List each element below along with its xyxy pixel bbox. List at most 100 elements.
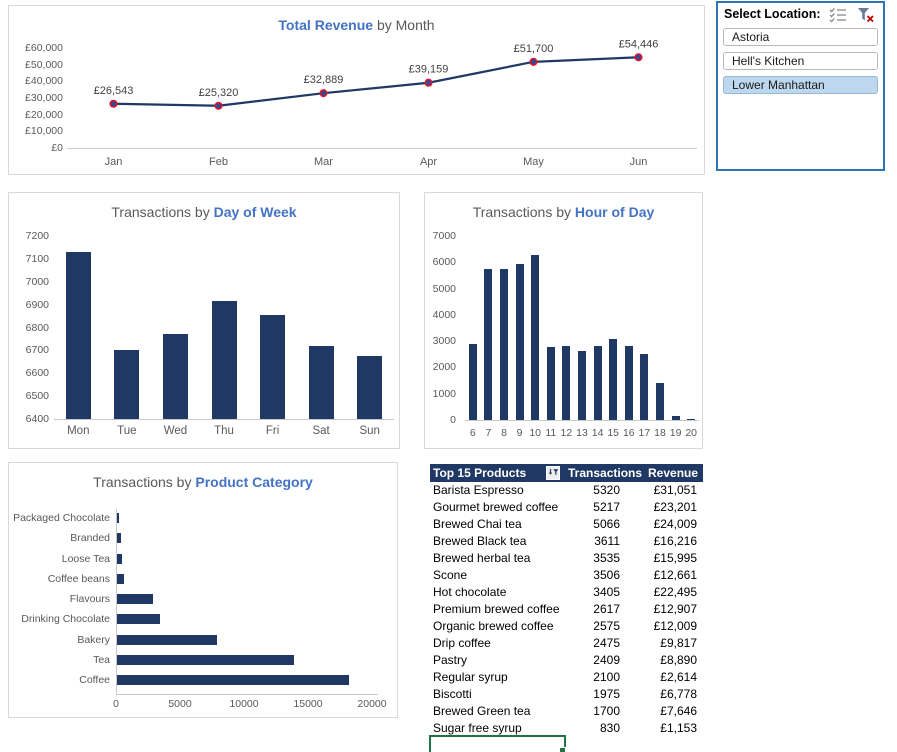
transactions-cell: 830	[564, 720, 620, 737]
bar-Thu	[212, 301, 237, 419]
table-row: Gourmet brewed coffee5217£23,201	[430, 499, 703, 516]
product-cell: Gourmet brewed coffee	[430, 499, 564, 516]
x-axis-tick: 12	[559, 427, 575, 439]
x-axis-tick: 7	[481, 427, 497, 439]
slicer-item[interactable]: Astoria	[723, 28, 878, 46]
svg-text:£32,889: £32,889	[304, 74, 344, 86]
y-axis-tick: 1000	[425, 388, 456, 400]
y-axis-tick: 6500	[9, 390, 49, 402]
multi-select-icon[interactable]	[829, 7, 847, 23]
clear-filter-icon[interactable]	[857, 7, 875, 23]
product-cell: Brewed herbal tea	[430, 550, 564, 567]
transactions-cell: 2575	[564, 618, 620, 635]
revenue-cell: £1,153	[620, 720, 700, 737]
slicer-item[interactable]: Hell's Kitchen	[723, 52, 878, 70]
x-axis-tick: 6	[465, 427, 481, 439]
x-axis-tick: 13	[574, 427, 590, 439]
table-row: Hot chocolate3405£22,495	[430, 584, 703, 601]
y-axis-tick: 6800	[9, 322, 49, 334]
transactions-cell: 2100	[564, 669, 620, 686]
y-axis-tick: 4000	[425, 309, 456, 321]
transactions-cell: 2409	[564, 652, 620, 669]
bar-16	[625, 346, 633, 420]
x-axis-tick: Thu	[200, 425, 249, 437]
bar-18	[656, 383, 664, 420]
day-of-week-chart-panel: Transactions by Day of Week 720071007000…	[8, 192, 400, 449]
transactions-cell: 3405	[564, 584, 620, 601]
bar-8	[500, 269, 508, 420]
bar-14	[594, 346, 602, 420]
coffee-dashboard: Total Revenue by Month £60,000£50,000£40…	[0, 0, 897, 752]
bar-9	[516, 264, 524, 420]
category-label: Coffee	[9, 674, 110, 686]
category-chart-plot: Packaged ChocolateBrandedLoose TeaCoffee…	[9, 463, 397, 717]
slicer-item[interactable]: Lower Manhattan	[723, 76, 878, 94]
bar-Sun	[357, 356, 382, 419]
bar-Loose Tea	[117, 554, 122, 564]
product-cell: Barista Espresso	[430, 482, 564, 499]
sort-filter-icon[interactable]	[546, 466, 560, 480]
bar-Coffee	[117, 675, 349, 685]
slicer-header: Select Location:	[718, 3, 883, 25]
product-cell: Biscotti	[430, 686, 564, 703]
x-axis-tick: 10	[527, 427, 543, 439]
product-cell: Drip coffee	[430, 635, 564, 652]
product-cell: Scone	[430, 567, 564, 584]
bar-Tea	[117, 655, 294, 665]
bar-Branded	[117, 533, 121, 543]
svg-text:£39,159: £39,159	[409, 64, 449, 76]
product-cell: Pastry	[430, 652, 564, 669]
y-axis-tick: 7000	[425, 230, 456, 242]
product-cell: Premium brewed coffee	[430, 601, 564, 618]
category-label: Tea	[9, 654, 110, 666]
table-row: Brewed herbal tea3535£15,995	[430, 550, 703, 567]
transactions-cell: 2617	[564, 601, 620, 618]
revenue-cell: £12,661	[620, 567, 700, 584]
x-axis-line	[116, 694, 378, 695]
x-axis-tick: 5000	[155, 698, 205, 710]
transactions-cell: 5066	[564, 516, 620, 533]
revenue-cell: £12,009	[620, 618, 700, 635]
bar-Fri	[260, 315, 285, 419]
x-axis-tick: Sat	[297, 425, 346, 437]
bar-19	[672, 416, 680, 420]
transactions-cell: 3506	[564, 567, 620, 584]
y-axis-tick: 6000	[425, 256, 456, 268]
table-row: Brewed Chai tea5066£24,009	[430, 516, 703, 533]
x-axis-tick: 11	[543, 427, 559, 439]
bar-Coffee beans	[117, 574, 124, 584]
table-row: Brewed Black tea3611£16,216	[430, 533, 703, 550]
transactions-cell: 1975	[564, 686, 620, 703]
table-header-transactions: Transactions	[564, 464, 640, 482]
bar-Mon	[66, 252, 91, 419]
revenue-chart-panel: Total Revenue by Month £60,000£50,000£40…	[8, 5, 705, 175]
revenue-cell: £22,495	[620, 584, 700, 601]
bar-Drinking Chocolate	[117, 614, 160, 624]
x-axis-tick: 18	[652, 427, 668, 439]
svg-text:£25,320: £25,320	[199, 87, 239, 99]
x-axis-tick: Fri	[248, 425, 297, 437]
revenue-line-series: £26,543£25,320£32,889£39,159£51,700£54,4…	[9, 6, 704, 174]
y-axis-tick: 6600	[9, 367, 49, 379]
bar-13	[578, 351, 586, 420]
revenue-cell: £8,890	[620, 652, 700, 669]
fill-handle[interactable]	[559, 747, 566, 752]
location-slicer: Select Location: Astoria Hell's Kitchen Lo…	[716, 1, 885, 171]
revenue-cell: £12,907	[620, 601, 700, 618]
product-cell: Organic brewed coffee	[430, 618, 564, 635]
table-header-products-label: Top 15 Products	[433, 466, 526, 480]
day-chart-plot: 720071007000690068006700660065006400MonT…	[9, 193, 399, 448]
product-cell: Regular syrup	[430, 669, 564, 686]
revenue-cell: £16,216	[620, 533, 700, 550]
bar-Sat	[309, 346, 334, 419]
active-cell-selection	[429, 735, 566, 752]
revenue-chart-plot: £60,000£50,000£40,000£30,000£20,000£10,0…	[9, 6, 704, 174]
x-axis-tick: 19	[668, 427, 684, 439]
revenue-cell: £9,817	[620, 635, 700, 652]
table-row: Regular syrup2100£2,614	[430, 669, 703, 686]
transactions-cell: 2475	[564, 635, 620, 652]
product-cell: Brewed Chai tea	[430, 516, 564, 533]
hour-chart-plot: 7000600050004000300020001000067891011121…	[425, 193, 702, 448]
y-axis-tick: 6400	[9, 413, 49, 425]
table-header-revenue: Revenue	[640, 464, 700, 482]
